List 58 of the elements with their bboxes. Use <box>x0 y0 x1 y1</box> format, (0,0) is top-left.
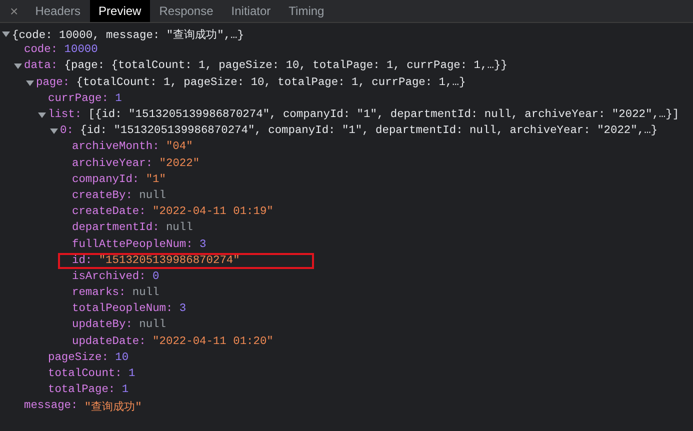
property-value: 3 <box>200 238 206 251</box>
tab[interactable]: Initiator <box>222 0 280 22</box>
property-value: null <box>139 190 166 202</box>
tab[interactable]: Response <box>150 0 222 22</box>
expand-triangle-icon[interactable] <box>26 78 34 87</box>
property-value: 1 <box>115 92 122 105</box>
property-key: archiveMonth: <box>72 141 160 154</box>
property-value: 0 <box>152 270 160 283</box>
property-key: updateDate: <box>72 336 146 348</box>
property-key: updateBy: <box>72 319 132 332</box>
property-value: null <box>132 287 160 300</box>
property-value: 10000 <box>64 44 98 56</box>
property-key: data: <box>24 60 58 72</box>
property-value: "1513205139986870274" <box>98 254 240 267</box>
property-value: null <box>166 222 193 234</box>
object-preview: {id: "1513205139986870274", companyId: "1", departmentId: null, archiveYear: "2022",…} <box>80 125 658 138</box>
property-value: "查询成功" <box>84 400 142 414</box>
property-key: code: <box>24 44 58 56</box>
property-value: 1 <box>128 368 136 380</box>
property-key: currPage: <box>48 92 108 105</box>
property-key: id: <box>72 254 92 267</box>
property-key: totalPeopleNum: <box>72 303 173 316</box>
property-key: departmentId: <box>72 222 160 234</box>
property-key: isArchived: <box>72 270 146 283</box>
close-icon[interactable]: × <box>0 0 26 22</box>
expand-triangle-icon[interactable] <box>14 62 22 70</box>
property-value: 1 <box>122 384 129 396</box>
object-preview: [{id: "1513205139986870274", companyId: "1", departmentId: null, archiveYear: "2022",…}] <box>88 109 680 122</box>
property-value: 3 <box>179 303 186 316</box>
property-value: "04" <box>166 141 193 154</box>
property-value: 10 <box>115 352 129 364</box>
property-value: "2022" <box>159 158 200 170</box>
tab[interactable]: Timing <box>280 0 334 22</box>
property-key: page: <box>36 76 70 89</box>
property-value: "2022-04-11 01:20" <box>152 336 274 348</box>
property-key: remarks: <box>72 287 126 300</box>
expand-triangle-icon[interactable] <box>2 30 10 38</box>
property-key: archiveYear: <box>72 158 153 170</box>
property-key: createBy: <box>72 190 132 202</box>
object-preview: {totalCount: 1, pageSize: 10, totalPage: 1, currPage: 1,…} <box>76 76 466 89</box>
property-key: 0: <box>60 125 74 138</box>
property-key: fullAttePeopleNum: <box>72 238 193 251</box>
expand-triangle-icon[interactable] <box>38 111 46 120</box>
property-value: "1" <box>146 174 166 186</box>
property-key: createDate: <box>72 206 146 218</box>
property-key: pageSize: <box>48 352 108 364</box>
property-key: list: <box>48 109 82 122</box>
property-value: "2022-04-11 01:19" <box>152 206 274 218</box>
object-preview: {code: 10000, message: "查询成功",…} <box>12 28 244 42</box>
property-key: message: <box>24 400 78 412</box>
property-key: companyId: <box>72 174 140 186</box>
object-preview: {page: {totalCount: 1, pageSize: 10, totalPage: 1, currPage: 1,…}} <box>64 60 508 72</box>
expand-triangle-icon[interactable] <box>50 127 58 136</box>
tab[interactable]: Preview <box>90 0 150 22</box>
property-value: null <box>139 319 166 332</box>
property-key: totalPage: <box>48 384 116 396</box>
tab[interactable]: Headers <box>26 0 90 22</box>
property-key: totalCount: <box>48 368 122 380</box>
